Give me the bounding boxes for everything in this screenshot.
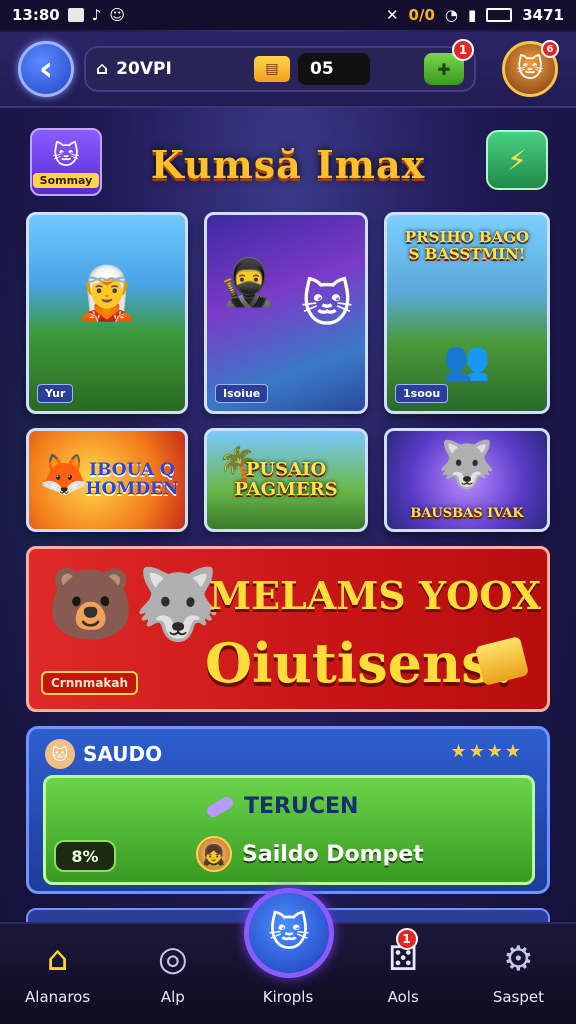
signal-icon: ▮ (467, 6, 477, 24)
saldo-title: SAUDO (83, 742, 163, 766)
pill-icon (204, 794, 236, 819)
plus-icon: ✚ (437, 59, 451, 79)
nav-item-app[interactable]: ◎ Alp (115, 924, 230, 1024)
status-right-text: 0/0 (408, 6, 435, 24)
nav-item-settings[interactable]: ⚙ Saspet (461, 924, 576, 1024)
gear-icon: ⚙ (503, 939, 534, 979)
card-tag: Yur (37, 384, 74, 403)
wolf-icon: 🐺 (438, 437, 496, 491)
ticket-count: 05 (298, 53, 370, 85)
currency-bar: ⌂ 20VPI ▤ 05 ✚ 1 (84, 39, 476, 92)
cat-warrior-icon: 🐱 (300, 275, 353, 333)
promo-line-1: MELAMS YOOX (209, 573, 542, 618)
coin-balance: ⌂ 20VPI (96, 59, 246, 79)
card-tag: Isoiue (215, 384, 269, 403)
fighter-icon: 🥷 (219, 255, 277, 309)
center-cat-button[interactable]: 🐱 (244, 888, 334, 978)
characters-icon: 👥 (443, 338, 491, 382)
mute-icon: ✕ (385, 6, 399, 24)
avatar[interactable]: 🐱 6 (502, 40, 559, 97)
game-card-6[interactable]: 🐺 BAUSBAS IVAK (384, 428, 550, 532)
character-icon: 👧 (196, 836, 232, 872)
deposit-button[interactable]: 👧 Saildo Dompet (196, 836, 424, 872)
avatar-badge: 6 (541, 40, 559, 58)
card-title: PUSAIO PAGMERS (234, 459, 338, 500)
status-time: 13:80 (12, 6, 60, 24)
status-clock: 3471 (522, 6, 564, 24)
home-small-icon: ⌂ (96, 59, 109, 79)
card-title: PRSIHO BAGO S BASSTMIN! (404, 228, 530, 263)
nav-label: Alanaros (25, 988, 91, 1006)
add-badge: 1 (452, 39, 474, 61)
nav-label: Alp (160, 988, 185, 1006)
mascots-icon: 🐻🐺 (47, 563, 222, 645)
nav-label: Aols (387, 988, 419, 1006)
avatar-icon: 🐱 (516, 54, 544, 84)
game-card-2[interactable]: 🥷 🐱 Isoiue (204, 212, 368, 414)
rating-stars: ★★★★ (450, 741, 523, 762)
coin-amount: 20VPI (116, 59, 172, 79)
saldo-row: TERUCEN (204, 794, 359, 819)
card-title: IBOUA Q HOMDEN (85, 460, 179, 499)
game-card-1[interactable]: 🧝 Yur (26, 212, 188, 414)
promo-line-2: Oiutisens! (205, 631, 516, 695)
card-title: BAUSBAS IVAK (410, 505, 524, 521)
saldo-row-label: TERUCEN (244, 794, 359, 819)
lightning-icon: ⚡ (507, 143, 527, 177)
notification-icon: ♪ (91, 6, 102, 24)
game-card-5[interactable]: 🌴 PUSAIO PAGMERS (204, 428, 368, 532)
promo-chip: Crnnmakah (41, 671, 139, 695)
percent-badge: 8% (54, 840, 116, 872)
nav-label: Saspet (492, 988, 544, 1006)
home-icon: ⌂ (46, 939, 69, 979)
status-bar: 13:80 ♪ ☺ ✕ 0/0 ◔ ▮ 3471 (0, 0, 576, 30)
hero-icon: 🧝 (74, 264, 140, 324)
cat-icon: 🐱 (268, 910, 310, 956)
top-header: ‹ ⌂ 20VPI ▤ 05 ✚ 1 🐱 6 (0, 32, 576, 108)
saldo-deposit-card[interactable]: TERUCEN 8% 👧 Saildo Dompet (43, 775, 535, 885)
promo-banner[interactable]: 🐻🐺 Crnnmakah MELAMS YOOX Oiutisens! (26, 546, 550, 712)
saldo-header: 🐱 SAUDO (45, 739, 162, 769)
saldo-avatar-icon: 🐱 (45, 739, 75, 769)
games-badge: 1 (395, 928, 418, 950)
game-card-3[interactable]: PRSIHO BAGO S BASSTMIN! 👥 1soou (384, 212, 550, 414)
nav-label: Kiropls (262, 988, 314, 1006)
deposit-label: Saildo Dompet (242, 841, 424, 867)
face-icon: ☺ (109, 6, 125, 24)
back-button[interactable]: ‹ (18, 41, 74, 97)
add-button[interactable]: ✚ 1 (424, 39, 474, 85)
nav-item-games[interactable]: ⚄ 1 Aols (346, 924, 461, 1024)
wifi-icon: ◔ (444, 6, 458, 24)
card-tag: 1soou (395, 384, 449, 403)
back-arrow-icon: ‹ (38, 49, 53, 89)
battery-icon (486, 8, 513, 22)
image-icon (67, 8, 84, 22)
lightning-button[interactable]: ⚡ (486, 130, 548, 190)
target-icon: ◎ (157, 939, 188, 979)
saldo-panel: 🐱 SAUDO ★★★★ TERUCEN 8% 👧 Saildo Dompet (26, 726, 550, 894)
ticket-icon[interactable]: ▤ (254, 56, 290, 82)
nav-item-home[interactable]: ⌂ Alanaros (0, 924, 115, 1024)
game-card-4[interactable]: 🦊 IBOUA Q HOMDEN (26, 428, 188, 532)
